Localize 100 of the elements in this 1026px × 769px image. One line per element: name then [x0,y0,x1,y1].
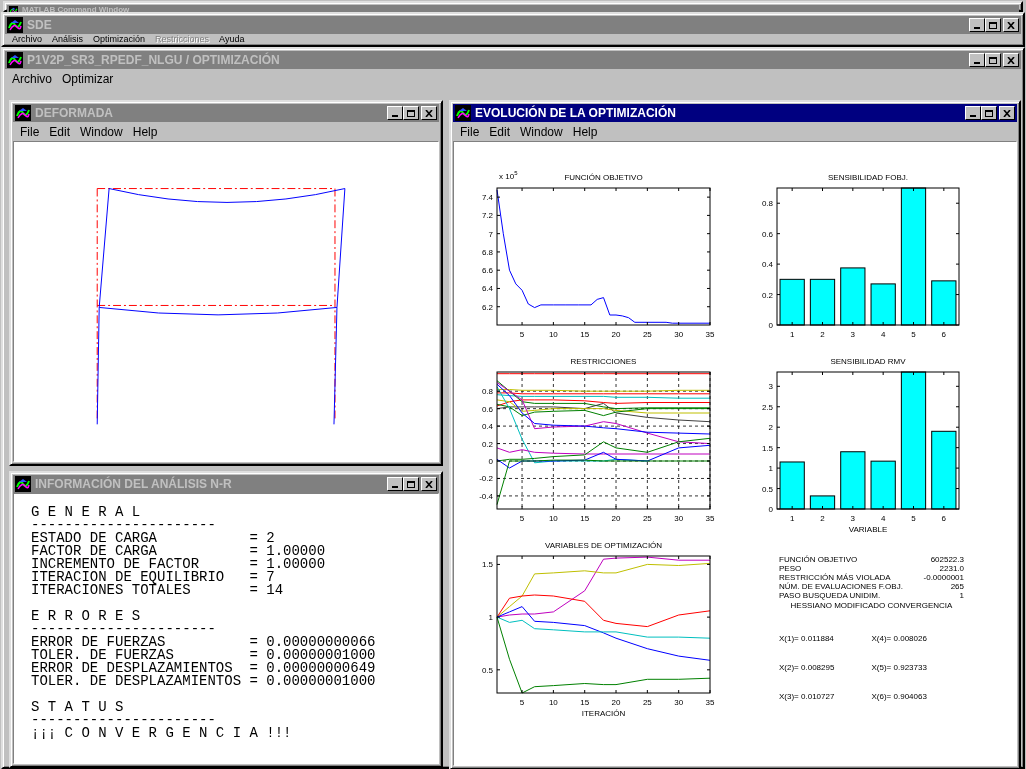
chart-title: RESTRICCIONES [570,356,637,366]
tick-label: 5 [519,330,525,339]
tick-label: 0.6 [761,229,773,239]
tick-label: 7.2 [481,211,493,221]
tick-label: 4 [880,330,886,339]
field-label: ESTADO DE CARGA [31,532,159,545]
tick-label: 10 [548,330,558,339]
tick-label: 30 [674,698,684,707]
field-value: = 1.00000 [249,545,326,558]
tick-label: 25 [642,698,652,707]
section-heading: E R R O R E S [31,610,141,623]
result-value: 1 [959,591,964,600]
tick-label: 7.4 [481,193,493,203]
tick-label: 3 [768,382,773,392]
result-value: 265 [950,582,964,591]
tick-label: 3 [850,330,856,339]
chart-title: SENSIBILIDAD FOBJ. [828,172,908,182]
field-label: ERROR DE DESPLAZAMIENTOS [31,662,233,675]
tick-label: 1 [789,514,795,523]
tick-label: 6.2 [481,302,493,312]
separator-line: ---------------------- [31,623,216,636]
section-heading: G E N E R A L [31,506,141,519]
window-title: EVOLUCIÓN DE LA OPTIMIZACIÓN [475,106,677,120]
window-title: MATLAB Command Window [22,5,131,15]
tick-label: 1 [768,464,773,474]
tick-label: 6 [941,514,947,523]
result-value: -0.0000001 [923,573,964,582]
tick-label: 6.8 [481,247,493,257]
field-label: ITERACIONES TOTALES [31,584,191,597]
chart-title: FUNCIÓN OBJETIVO [564,172,643,182]
tick-label: 35 [705,698,715,707]
tick-label: 0.8 [761,199,773,209]
tick-label: 10 [548,698,558,707]
tick-label: 0.4 [761,260,773,270]
tick-label: 20 [611,330,621,339]
tick-label: 15 [580,514,590,523]
field-label: TOLER. DE DESPLAZAMIENTOS [31,675,243,688]
field-value: = 7 [249,571,275,584]
axis-label: ITERACIÓN [581,709,626,720]
separator-line: ---------------------- [31,519,216,532]
tick-label: 2 [820,514,825,523]
tick-label: 1.5 [761,443,773,453]
field-value: = 0.00000001000 [249,649,376,662]
tick-label: 20 [611,698,621,707]
tick-label: 4 [880,514,886,523]
field-value: = 0.00000001000 [249,675,376,688]
tick-label: 5 [519,514,525,523]
tick-label: 3 [850,514,856,523]
chart-title: VARIABLES DE OPTIMIZACIÓN [544,540,663,550]
tick-label: 5 [911,330,916,339]
field-label: TOLER. DE FUERZAS [31,649,174,662]
variable-value: X(2)= 0.008295 [779,663,836,672]
tick-label: 0.5 [761,484,773,494]
tick-label: -0.2 [479,474,493,484]
tick-label: 15 [580,698,590,707]
variable-value: X(5)= 0.923733 [871,663,928,672]
axis-multiplier: x 10$^{5}$ [499,170,518,181]
result-label: NÚM. DE EVALUACIONES F.OBJ. [779,582,903,591]
variable-value: X(6)= 0.904063 [871,692,928,701]
field-value: = 14 [249,584,284,597]
field-label: INCREMENTO DE FACTOR [31,558,200,571]
tick-label: 0.5 [481,665,493,675]
tick-label: 20 [611,514,621,523]
tick-label: 2 [768,423,773,433]
field-label: ITERACION DE EQUILIBRIO [31,571,226,584]
field-label: ERROR DE FUERZAS [31,636,166,649]
tick-label: 2.5 [761,402,773,412]
tick-label: 6.4 [481,284,493,294]
tick-label: 0.2 [761,290,773,300]
tick-label: 25 [642,330,652,339]
tick-label: 35 [705,514,715,523]
tick-label: 6 [941,330,947,339]
section-heading: S T A T U S [31,701,124,714]
variable-value: X(4)= 0.008026 [871,634,928,643]
tick-label: 15 [580,330,590,339]
tick-label: 0 [768,321,773,330]
tick-label: 0.4 [481,422,493,432]
window-title: DEFORMADA [35,106,114,120]
variable-value: X(1)= 0.011884 [779,634,835,643]
tick-label: 0.6 [481,404,493,414]
tick-label: 0 [488,457,493,466]
variable-value: X(3)= 0.010727 [779,692,836,701]
status-message: ¡¡¡ C O N V E R G E N C I A !!! [31,727,292,740]
result-value: 602522.3 [930,555,964,564]
tick-label: 5 [519,698,525,707]
tick-label: 0.8 [481,387,493,397]
field-label: FACTOR DE CARGA [31,545,158,558]
tick-label: 30 [674,514,684,523]
tick-label: -0.4 [479,491,493,501]
field-value: = 2 [249,532,275,545]
tick-label: 1 [789,330,795,339]
tick-label: 2 [820,330,825,339]
tick-label: 10 [548,514,558,523]
result-label: FUNCIÓN OBJETIVO [779,555,858,564]
status-note: HESSIANO MODIFICADO CONVERGENCIA [790,600,953,612]
tick-label: 1 [488,613,493,623]
tick-label: 0.2 [481,439,493,449]
tick-label: 35 [705,330,715,339]
tick-label: 25 [642,514,652,523]
tick-label: 5 [911,514,916,523]
